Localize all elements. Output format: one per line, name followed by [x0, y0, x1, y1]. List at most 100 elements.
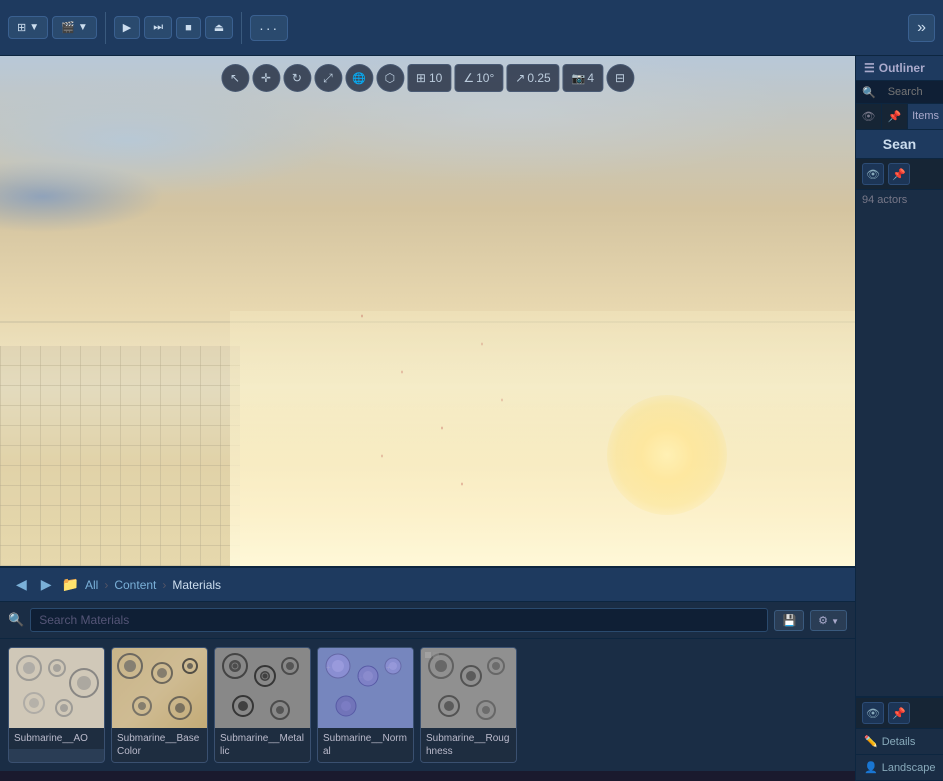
select-tool-button[interactable]: ↖: [221, 64, 249, 92]
angle-snap-value: 10°: [476, 71, 494, 85]
person-icon: 👤: [864, 761, 878, 774]
search-icon: 🔍: [8, 612, 24, 628]
divider-1: [105, 12, 106, 44]
material-label-roughness: Submarine__Roughness: [421, 728, 516, 762]
layout-button[interactable]: ⊟: [606, 64, 634, 92]
nav-back-button[interactable]: ◀: [12, 574, 31, 595]
double-arrow-button[interactable]: »: [908, 14, 935, 42]
tab-eye[interactable]: 👁: [856, 104, 882, 129]
pin-toggle-2[interactable]: 📌: [888, 702, 910, 724]
mode-dropdown[interactable]: ⊞ ▼: [8, 16, 48, 39]
material-thumb-roughness: [421, 648, 517, 728]
sun-glow: [607, 395, 727, 515]
landscape-item[interactable]: 👤 Landscape: [856, 755, 943, 781]
divider-2: [241, 12, 242, 44]
svg-text:+: +: [358, 673, 363, 682]
filter-button[interactable]: ⚙ ▼: [810, 610, 847, 631]
stop-icon: ■: [185, 22, 192, 34]
visibility-toggle-2[interactable]: 👁: [862, 702, 884, 724]
move-tool-button[interactable]: ✛: [252, 64, 280, 92]
film-icon: 🎬: [61, 21, 75, 34]
grid-snap-value: 10: [429, 71, 442, 85]
dots-icon: ···: [259, 20, 279, 36]
folder-icon: 📁: [62, 576, 79, 593]
camera-speed-button[interactable]: 📷 4: [563, 64, 603, 92]
scale-tool-button[interactable]: ⤢: [314, 64, 342, 92]
list-icon: ☰: [864, 61, 875, 75]
landscape-label: Landscape: [882, 762, 936, 774]
viewport-left: ↖ ✛ ↻ ⤢ 🌐 ⬡ ⊞ 10 ∠ 10° ↗ 0.25: [0, 56, 855, 781]
panel-spacer: [856, 210, 943, 696]
search-bar: 🔍 💾 ⚙ ▼: [0, 602, 855, 639]
visibility-toggle[interactable]: 👁: [862, 163, 884, 185]
material-item-roughness[interactable]: Submarine__Roughness: [420, 647, 517, 763]
rotate-tool-button[interactable]: ↻: [283, 64, 311, 92]
details-item[interactable]: ✏️ Details: [856, 729, 943, 755]
stop-button[interactable]: ■: [176, 17, 201, 39]
search-icon-panel: 🔍: [862, 86, 876, 99]
camera-speed-value: 4: [587, 71, 594, 85]
pin-toggle[interactable]: 📌: [888, 163, 910, 185]
film-dropdown[interactable]: 🎬 ▼: [52, 16, 97, 39]
items-tab-label: Items: [912, 110, 939, 122]
material-item-metallic[interactable]: Submarine__Metallic: [214, 647, 311, 763]
scale-snap-button[interactable]: ↗ 0.25: [506, 64, 559, 92]
roughness-svg: [421, 648, 517, 728]
double-arrow-icon: »: [917, 19, 926, 37]
content-area: Submarine__AO: [0, 639, 855, 771]
grid-plane: [0, 346, 240, 566]
right-panel: ☰ Outliner 🔍 👁 📌 Items Sean 👁: [855, 56, 943, 781]
metallic-svg: [215, 648, 311, 728]
breadcrumb-all[interactable]: All: [85, 578, 98, 592]
breadcrumb-sep-1: ›: [104, 578, 108, 592]
play-button[interactable]: ▶: [114, 16, 140, 39]
grid-snap-button[interactable]: ⊞ 10: [407, 64, 451, 92]
outliner-tabs: 👁 📌 Items: [856, 104, 943, 130]
svg-text:+: +: [386, 663, 391, 672]
ao-svg: [9, 648, 105, 728]
basecolor-svg: [112, 648, 208, 728]
breadcrumb-content[interactable]: Content: [114, 578, 156, 592]
breadcrumb-bar: ◀ ▶ 📁 All › Content › Materials: [0, 568, 855, 602]
actor-count: 94 actors: [856, 190, 943, 210]
eject-button[interactable]: ⏏: [205, 16, 233, 39]
material-item-ao[interactable]: Submarine__AO: [8, 647, 105, 763]
play-icon: ▶: [123, 21, 131, 34]
material-thumb-normal: + + +: [318, 648, 414, 728]
grid-snap-icon: ⊞: [416, 71, 426, 85]
pencil-icon: ✏️: [864, 735, 878, 748]
material-label-ao: Submarine__AO: [9, 728, 104, 749]
material-thumb-metallic: [215, 648, 311, 728]
material-label-metallic: Submarine__Metallic: [215, 728, 310, 762]
svg-text:+: +: [326, 663, 331, 672]
nav-forward-button[interactable]: ▶: [37, 574, 56, 595]
breadcrumb-materials[interactable]: Materials: [172, 578, 221, 592]
material-item-normal[interactable]: + + + Submarine__Normal: [317, 647, 414, 763]
camera-icon: 📷: [572, 72, 586, 85]
angle-snap-icon: ∠: [463, 71, 474, 85]
skip-icon: ⏭: [153, 21, 163, 34]
user-name: Sean: [883, 136, 916, 152]
world-space-button[interactable]: 🌐: [345, 64, 373, 92]
normal-svg: + + +: [318, 648, 414, 728]
pin-tab-icon: 📌: [888, 111, 902, 123]
details-label: Details: [882, 736, 916, 748]
water-reflection: [230, 311, 855, 566]
lasso-button[interactable]: ⬡: [376, 64, 404, 92]
outliner-search-input[interactable]: [880, 81, 937, 103]
outliner-header: ☰ Outliner: [856, 56, 943, 81]
save-search-button[interactable]: 💾: [774, 610, 804, 631]
angle-snap-button[interactable]: ∠ 10°: [454, 64, 503, 92]
scale-snap-icon: ↗: [515, 71, 525, 85]
material-item-basecolor[interactable]: Submarine__BaseColor: [111, 647, 208, 763]
film-chevron: ▼: [78, 22, 88, 33]
red-dots: [342, 260, 542, 540]
tab-items[interactable]: Items: [908, 104, 943, 129]
viewport-toolbar: ↖ ✛ ↻ ⤢ 🌐 ⬡ ⊞ 10 ∠ 10° ↗ 0.25: [221, 64, 634, 92]
more-options-button[interactable]: ···: [250, 15, 288, 41]
tab-pin[interactable]: 📌: [882, 104, 908, 129]
skip-button[interactable]: ⏭: [144, 16, 172, 39]
search-materials-input[interactable]: [30, 608, 768, 632]
viewport[interactable]: ↖ ✛ ↻ ⤢ 🌐 ⬡ ⊞ 10 ∠ 10° ↗ 0.25: [0, 56, 855, 566]
material-thumb-ao: [9, 648, 105, 728]
